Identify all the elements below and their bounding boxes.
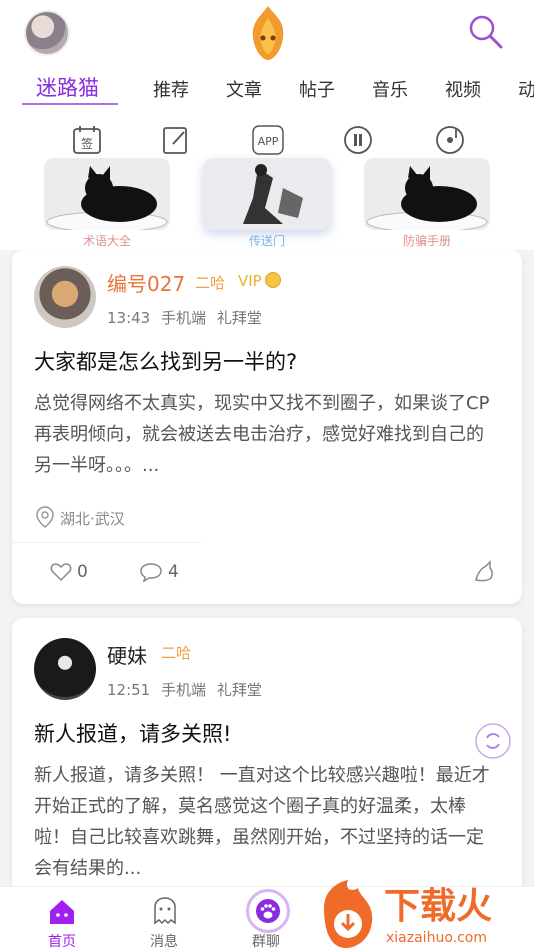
- share-fox-icon[interactable]: [472, 560, 496, 584]
- tab-video[interactable]: 视频: [445, 76, 481, 102]
- group-chat-button[interactable]: [246, 889, 290, 933]
- post-meta: 12:51 手机端 礼拜堂: [107, 679, 262, 700]
- ink-figure-image: [203, 158, 331, 230]
- post-author-avatar[interactable]: [34, 638, 96, 700]
- banner-label-portal: 传送门: [248, 234, 285, 248]
- post-channel[interactable]: 礼拜堂: [217, 681, 262, 699]
- comment-count: 4: [168, 562, 179, 582]
- calendar-sign-icon[interactable]: 签: [71, 124, 103, 156]
- location-pin-icon: [36, 506, 54, 528]
- post-time: 13:43: [107, 309, 151, 327]
- vip-crown-icon: [265, 272, 281, 288]
- vip-badge: VIP: [238, 272, 262, 290]
- banner-label-anti-fraud: 防骗手册: [402, 234, 451, 248]
- post-title[interactable]: 大家都是怎么找到另一半的?: [34, 346, 297, 376]
- post-channel[interactable]: 礼拜堂: [217, 309, 262, 327]
- tab-music[interactable]: 音乐: [372, 76, 408, 102]
- active-tab-indicator: [22, 103, 118, 105]
- app-icon[interactable]: APP: [252, 124, 284, 156]
- tab-more[interactable]: 动: [518, 76, 534, 102]
- post-body[interactable]: 新人报道，请多关照！ 一直对这个比较感兴趣啦！最近才开始正式的了解，莫名感觉这个…: [34, 760, 494, 884]
- record-icon[interactable]: [434, 124, 466, 156]
- post-card[interactable]: 编号027 二哈 VIP 13:43 手机端 礼拜堂 大家都是怎么找到另一半的?…: [12, 250, 522, 604]
- post-username[interactable]: 硬妹: [107, 640, 147, 669]
- like-count: 0: [77, 562, 88, 582]
- banner-portal[interactable]: [203, 158, 331, 230]
- watermark: 下载火 xiazaihuo.com: [314, 878, 534, 949]
- user-level-badge: 二哈: [161, 644, 192, 662]
- user-avatar[interactable]: [24, 10, 70, 56]
- user-level-badge: 二哈: [195, 274, 226, 292]
- calendar-sign-text: 签: [81, 136, 93, 151]
- music-disc-icon[interactable]: [342, 124, 374, 156]
- post-time: 12:51: [107, 681, 151, 699]
- search-icon[interactable]: [466, 12, 506, 52]
- nav-home[interactable]: 首页: [32, 931, 92, 949]
- category-tabs: 迷路猫 推荐 文章 帖子 音乐 视频 动: [0, 70, 534, 110]
- post-body[interactable]: 总觉得网络不太真实，现实中又找不到圈子，如果谈了CP再表明倾向，就会被送去电击治…: [34, 388, 494, 481]
- comment-icon[interactable]: [140, 562, 162, 582]
- app-logo-icon: [252, 6, 284, 60]
- watermark-brand: 下载火: [384, 886, 492, 927]
- shortcut-panel: 签 APP 术语大全 传送门 防骗手册: [0, 118, 534, 250]
- watermark-flame-logo: 下载火 xiazaihuo.com: [324, 880, 492, 948]
- tab-posts[interactable]: 帖子: [299, 76, 335, 102]
- watermark-url: xiazaihuo.com: [386, 930, 487, 946]
- refresh-icon[interactable]: [474, 722, 512, 760]
- post-title[interactable]: 新人报道，请多关照!: [34, 718, 231, 748]
- paw-icon: [256, 899, 280, 923]
- tab-articles[interactable]: 文章: [226, 76, 262, 102]
- black-cat-image: [364, 158, 490, 230]
- post-device: 手机端: [161, 681, 207, 699]
- post-device: 手机端: [161, 309, 207, 327]
- nav-group-chat[interactable]: 群聊: [236, 931, 296, 949]
- post-author-avatar[interactable]: [34, 266, 96, 328]
- tab-recommend[interactable]: 推荐: [153, 76, 189, 102]
- post-card[interactable]: 硬妹 二哈 12:51 手机端 礼拜堂 新人报道，请多关照! 新人报道，请多关照…: [12, 618, 522, 918]
- banner-terms[interactable]: [44, 158, 170, 230]
- home-icon[interactable]: [47, 897, 77, 927]
- black-cat-image: [44, 158, 170, 230]
- ghost-message-icon[interactable]: [150, 895, 180, 927]
- card-divider: [12, 542, 202, 543]
- top-bar: 迷路猫 推荐 文章 帖子 音乐 视频 动: [0, 0, 534, 118]
- edit-note-icon[interactable]: [160, 124, 192, 156]
- banner-anti-fraud[interactable]: [364, 158, 490, 230]
- app-icon-text: APP: [258, 135, 279, 148]
- nav-messages[interactable]: 消息: [134, 931, 194, 949]
- post-location: 湖北·武汉: [60, 510, 125, 528]
- like-heart-icon[interactable]: [50, 562, 72, 582]
- banner-label-terms: 术语大全: [82, 234, 131, 248]
- post-username[interactable]: 编号027: [107, 268, 185, 297]
- post-meta: 13:43 手机端 礼拜堂: [107, 307, 262, 328]
- tab-milumao[interactable]: 迷路猫: [36, 72, 99, 102]
